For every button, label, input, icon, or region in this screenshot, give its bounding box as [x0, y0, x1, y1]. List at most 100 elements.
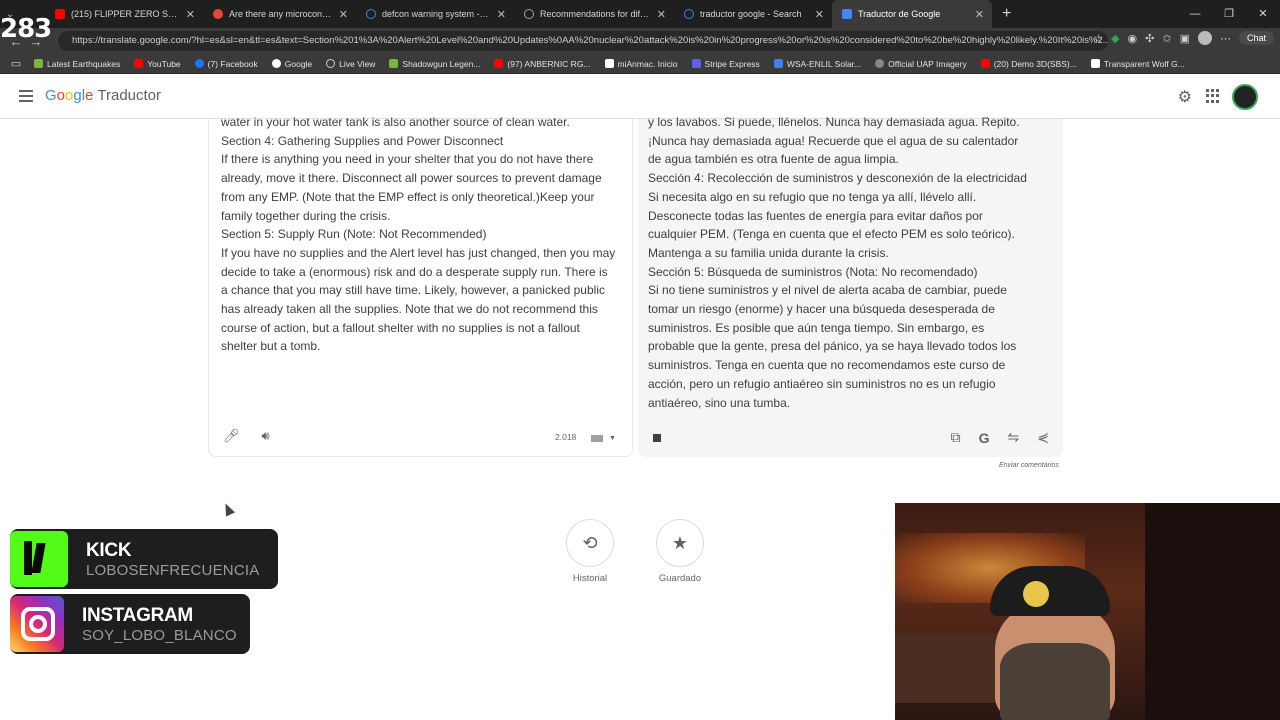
close-icon[interactable]: ✕ — [975, 8, 984, 21]
stripe-icon — [691, 59, 701, 68]
tab-recommendations[interactable]: Recommendations for different D ✕ — [514, 0, 674, 28]
uap-icon — [875, 59, 885, 68]
google-translate-logo[interactable]: Google Traductor — [45, 87, 161, 104]
tab-title: defcon warning system - Search — [382, 9, 491, 19]
speaker-icon[interactable]: 🔊︎ — [262, 428, 270, 444]
facebook-icon — [194, 59, 204, 68]
close-icon[interactable]: ✕ — [815, 8, 824, 21]
translate-header: Google Traductor ⚙ — [0, 75, 1280, 119]
bookmark-item[interactable]: WSA-ENLIL Solar... — [773, 59, 861, 69]
hamburger-menu-icon[interactable] — [19, 90, 33, 102]
tab-microcontrollers[interactable]: Are there any microcontrollers wit ✕ — [203, 0, 356, 28]
gear-icon[interactable]: ⚙ — [1178, 87, 1192, 107]
history-label: Historial — [572, 573, 608, 584]
youtube-icon — [494, 59, 504, 68]
favorites-icon[interactable]: ✩ — [1162, 32, 1171, 45]
history-icon: ⟲ — [582, 532, 598, 553]
camera-icon — [326, 59, 336, 68]
window-controls: — ❐ ✕ — [1178, 0, 1280, 28]
document-icon — [1090, 59, 1100, 68]
saved-button[interactable]: ★ — [656, 519, 704, 567]
reddit-icon — [213, 9, 223, 19]
translation-text: y los lavabos. Si puede, llénelos. Nunca… — [648, 115, 1027, 410]
tab-title: Are there any microcontrollers wit — [229, 9, 333, 19]
bookmark-item[interactable]: Live View — [326, 59, 375, 69]
close-icon[interactable]: ✕ — [339, 8, 348, 21]
search-icon — [684, 9, 694, 19]
minimize-button[interactable]: — — [1178, 0, 1212, 28]
avatar[interactable] — [1197, 31, 1212, 45]
tab-traductor-search[interactable]: traductor google - Search ✕ — [674, 0, 832, 28]
kick-handle: LOBOSENFRECUENCIA — [86, 561, 260, 579]
bookmark-item[interactable]: Official UAP Imagery — [875, 59, 967, 69]
send-feedback-link[interactable]: Enviar comentarios — [999, 462, 1059, 469]
webcam-feed — [895, 503, 1280, 720]
keyboard-icon[interactable] — [591, 435, 603, 442]
history-button[interactable]: ⟲ — [566, 519, 614, 567]
anmac-icon — [604, 59, 614, 68]
extension-icon[interactable]: ◆ — [1111, 32, 1119, 45]
share-icon[interactable]: ⋞ — [1037, 429, 1049, 446]
noaa-icon — [773, 59, 783, 68]
browser-tab-bar: ⌄ (215) FLIPPER ZERO SEMAFORO - ✕ Are th… — [0, 0, 1280, 28]
google-translate-icon — [842, 9, 852, 19]
address-toolbar: ← → https://translate.google.com/?hl=es&… — [0, 28, 1280, 54]
youtube-icon — [980, 59, 990, 68]
translation-panel: y los lavabos. Si puede, llénelos. Nunca… — [638, 115, 1063, 457]
android-icon — [389, 59, 399, 68]
toolbar-icons: ☆ ◆ ◉ ✣ ✩ ▣ ⋯ Chat — [1093, 31, 1274, 45]
maximize-button[interactable]: ❐ — [1212, 0, 1246, 28]
tablet-icon[interactable]: ▭ — [6, 57, 26, 70]
more-icon[interactable]: ⋯ — [1220, 32, 1231, 45]
bookmark-item[interactable]: YouTube — [134, 59, 181, 69]
bookmark-item[interactable]: Google — [271, 59, 312, 69]
bookmark-item[interactable]: (97) ANBERNIC RG... — [494, 59, 591, 69]
close-icon[interactable]: ✕ — [657, 8, 666, 21]
globe-icon — [524, 9, 534, 19]
bookmarks-bar: ▭ Latest Earthquakes YouTube (7) Faceboo… — [0, 54, 1280, 74]
earthquake-icon — [34, 59, 43, 68]
bookmark-item[interactable]: (20) Demo 3D(SBS)... — [980, 59, 1077, 69]
url-field[interactable]: https://translate.google.com/?hl=es&sl=e… — [58, 31, 1108, 51]
instagram-title: INSTAGRAM — [82, 604, 193, 626]
google-search-icon[interactable]: G — [979, 430, 990, 446]
bookmark-item[interactable]: miAnmac. Inicio — [604, 59, 678, 69]
window-close-button[interactable]: ✕ — [1246, 0, 1280, 28]
microphone-icon[interactable]: 🎤︎ — [223, 428, 240, 444]
tab-title: Recommendations for different D — [540, 9, 651, 19]
avatar[interactable] — [1232, 84, 1258, 110]
rate-translation-icon[interactable]: ⇋ — [1008, 429, 1020, 446]
close-icon[interactable]: ✕ — [497, 8, 506, 21]
bookmark-item[interactable]: Stripe Express — [691, 59, 760, 69]
bookmark-item[interactable]: Latest Earthquakes — [34, 59, 120, 69]
profile-icon[interactable]: ◉ — [1128, 32, 1138, 45]
split-icon[interactable]: ▣ — [1180, 32, 1190, 45]
bookmark-item[interactable]: Shadowgun Legen... — [389, 59, 480, 69]
product-name: Traductor — [97, 87, 162, 104]
saved-label: Guardado — [658, 573, 702, 584]
source-textarea[interactable]: water in your hot water tank is also ano… — [221, 113, 616, 356]
apps-grid-icon[interactable] — [1206, 89, 1220, 103]
kick-logo-icon — [10, 531, 68, 587]
star-icon: ★ — [671, 532, 689, 553]
youtube-icon — [134, 59, 144, 68]
google-icon — [271, 59, 281, 68]
tab-google-translate[interactable]: Traductor de Google ✕ — [832, 0, 992, 28]
new-tab-button[interactable]: + — [992, 5, 1021, 23]
chevron-down-icon[interactable]: ▼ — [609, 435, 616, 442]
bookmark-item[interactable]: (7) Facebook — [194, 59, 258, 69]
stream-counter-overlay: 283 — [0, 14, 52, 44]
bookmark-item[interactable]: Transparent Wolf G... — [1090, 59, 1185, 69]
copilot-chat-button[interactable]: Chat — [1238, 31, 1274, 45]
close-icon[interactable]: ✕ — [186, 8, 195, 21]
tab-defcon-search[interactable]: defcon warning system - Search ✕ — [356, 0, 514, 28]
source-panel: water in your hot water tank is also ano… — [208, 115, 633, 457]
puzzle-icon[interactable]: ✣ — [1145, 32, 1154, 45]
mouse-cursor — [220, 501, 236, 517]
stop-icon[interactable] — [653, 434, 661, 442]
character-count: 2.018 — [555, 432, 577, 442]
tab-title: traductor google - Search — [700, 9, 802, 19]
tab-title: Traductor de Google — [858, 9, 941, 19]
star-icon[interactable]: ☆ — [1093, 32, 1103, 45]
copy-icon[interactable]: ⧉ — [951, 429, 961, 446]
